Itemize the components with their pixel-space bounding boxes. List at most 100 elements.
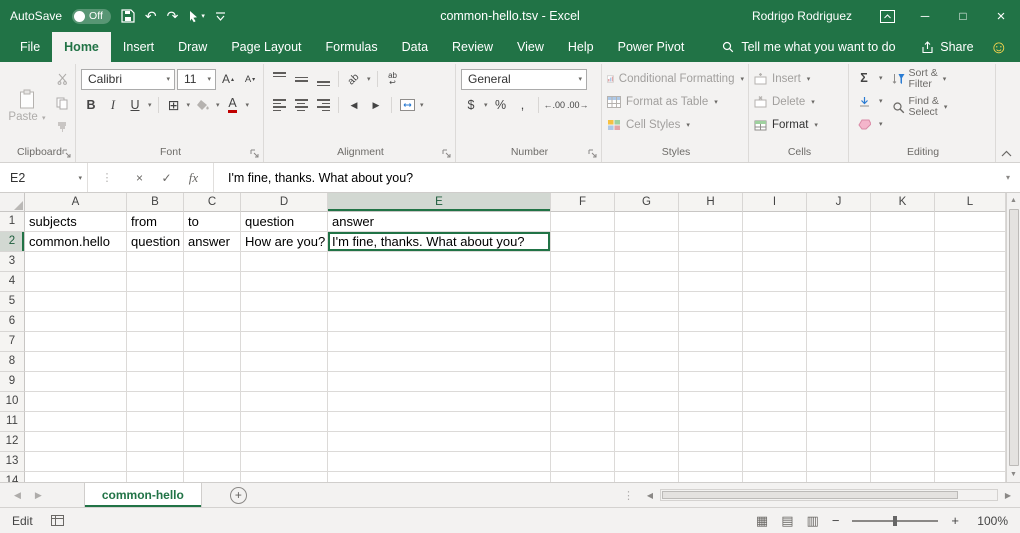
sort-filter-button[interactable]: Sort &Filter ▾ (892, 68, 949, 90)
cell-K13[interactable] (871, 452, 935, 472)
cut-button[interactable] (52, 69, 72, 89)
cell-C7[interactable] (184, 332, 241, 352)
decrease-indent-button[interactable]: ◀ (344, 95, 364, 115)
cell-E9[interactable] (328, 372, 551, 392)
cell-H6[interactable] (679, 312, 743, 332)
row-header-9[interactable]: 9 (0, 372, 25, 392)
row-header-13[interactable]: 13 (0, 452, 25, 472)
column-header-C[interactable]: C (184, 193, 241, 212)
underline-button[interactable]: U (125, 95, 145, 115)
cell-B7[interactable] (127, 332, 184, 352)
cell-K6[interactable] (871, 312, 935, 332)
cell-L1[interactable] (935, 212, 1006, 232)
cell-G7[interactable] (615, 332, 679, 352)
cell-G11[interactable] (615, 412, 679, 432)
cell-F2[interactable] (551, 232, 615, 252)
cell-C1[interactable]: to (184, 212, 241, 232)
column-header-I[interactable]: I (743, 193, 807, 212)
cell-C14[interactable] (184, 472, 241, 482)
hscroll-right-button[interactable]: ▶ (1000, 491, 1016, 500)
cell-E14[interactable] (328, 472, 551, 482)
cell-D4[interactable] (241, 272, 328, 292)
user-name[interactable]: Rodrigo Rodriguez (752, 9, 852, 23)
cell-L12[interactable] (935, 432, 1006, 452)
cell-J3[interactable] (807, 252, 871, 272)
cell-B14[interactable] (127, 472, 184, 482)
insert-function-button[interactable]: fx (180, 163, 207, 192)
cancel-button[interactable]: × (126, 163, 153, 192)
cell-L7[interactable] (935, 332, 1006, 352)
cell-I12[interactable] (743, 432, 807, 452)
cell-C12[interactable] (184, 432, 241, 452)
cell-L11[interactable] (935, 412, 1006, 432)
font-name-select[interactable]: Calibri ▾ (81, 69, 175, 90)
cell-J13[interactable] (807, 452, 871, 472)
cell-J1[interactable] (807, 212, 871, 232)
cell-D10[interactable] (241, 392, 328, 412)
cell-B13[interactable] (127, 452, 184, 472)
cell-L10[interactable] (935, 392, 1006, 412)
align-right-button[interactable] (313, 95, 333, 115)
cell-A4[interactable] (25, 272, 127, 292)
hscroll-track[interactable] (660, 489, 998, 501)
cell-A2[interactable]: common.hello (25, 232, 127, 252)
cell-G6[interactable] (615, 312, 679, 332)
merge-center-button[interactable] (397, 95, 417, 115)
cell-G1[interactable] (615, 212, 679, 232)
cell-F8[interactable] (551, 352, 615, 372)
cell-A11[interactable] (25, 412, 127, 432)
find-select-button[interactable]: Find &Select ▾ (892, 96, 949, 118)
cell-K3[interactable] (871, 252, 935, 272)
font-size-select[interactable]: 11 ▾ (177, 69, 216, 90)
cell-D6[interactable] (241, 312, 328, 332)
cell-I10[interactable] (743, 392, 807, 412)
vertical-scroll-thumb[interactable] (1009, 209, 1019, 466)
cell-E4[interactable] (328, 272, 551, 292)
cell-F11[interactable] (551, 412, 615, 432)
cell-H3[interactable] (679, 252, 743, 272)
number-dialog-launcher[interactable] (587, 148, 598, 159)
cell-E8[interactable] (328, 352, 551, 372)
scroll-down-button[interactable]: ▼ (1007, 467, 1020, 482)
font-dialog-launcher[interactable] (249, 148, 260, 159)
cell-A13[interactable] (25, 452, 127, 472)
cell-D11[interactable] (241, 412, 328, 432)
formula-bar-handle[interactable]: ⋮ (88, 163, 126, 192)
cell-A8[interactable] (25, 352, 127, 372)
cell-D3[interactable] (241, 252, 328, 272)
wrap-text-button[interactable]: ab↩ (383, 69, 403, 89)
column-header-D[interactable]: D (241, 193, 328, 212)
cell-H4[interactable] (679, 272, 743, 292)
cell-G2[interactable] (615, 232, 679, 252)
expand-formula-bar-button[interactable]: ▾ (996, 163, 1020, 192)
row-header-6[interactable]: 6 (0, 312, 25, 332)
cell-K4[interactable] (871, 272, 935, 292)
name-box[interactable]: E2 ▾ (0, 163, 88, 192)
cell-A3[interactable] (25, 252, 127, 272)
cell-A9[interactable] (25, 372, 127, 392)
tab-home[interactable]: Home (52, 32, 111, 62)
cell-J2[interactable] (807, 232, 871, 252)
cell-I6[interactable] (743, 312, 807, 332)
row-header-12[interactable]: 12 (0, 432, 25, 452)
cell-I2[interactable] (743, 232, 807, 252)
cell-A14[interactable] (25, 472, 127, 482)
cell-B11[interactable] (127, 412, 184, 432)
share-button[interactable]: Share (921, 32, 973, 62)
cell-G12[interactable] (615, 432, 679, 452)
cell-G13[interactable] (615, 452, 679, 472)
cell-G4[interactable] (615, 272, 679, 292)
cell-H7[interactable] (679, 332, 743, 352)
zoom-in-button[interactable]: + (951, 513, 959, 528)
cell-H14[interactable] (679, 472, 743, 482)
cell-H2[interactable] (679, 232, 743, 252)
row-header-10[interactable]: 10 (0, 392, 25, 412)
cell-I7[interactable] (743, 332, 807, 352)
cell-H10[interactable] (679, 392, 743, 412)
cell-J5[interactable] (807, 292, 871, 312)
decrease-decimal-button[interactable]: .00→ (567, 95, 589, 115)
column-header-A[interactable]: A (25, 193, 127, 212)
zoom-slider[interactable] (852, 520, 938, 522)
cell-E6[interactable] (328, 312, 551, 332)
row-header-2[interactable]: 2 (0, 232, 25, 252)
